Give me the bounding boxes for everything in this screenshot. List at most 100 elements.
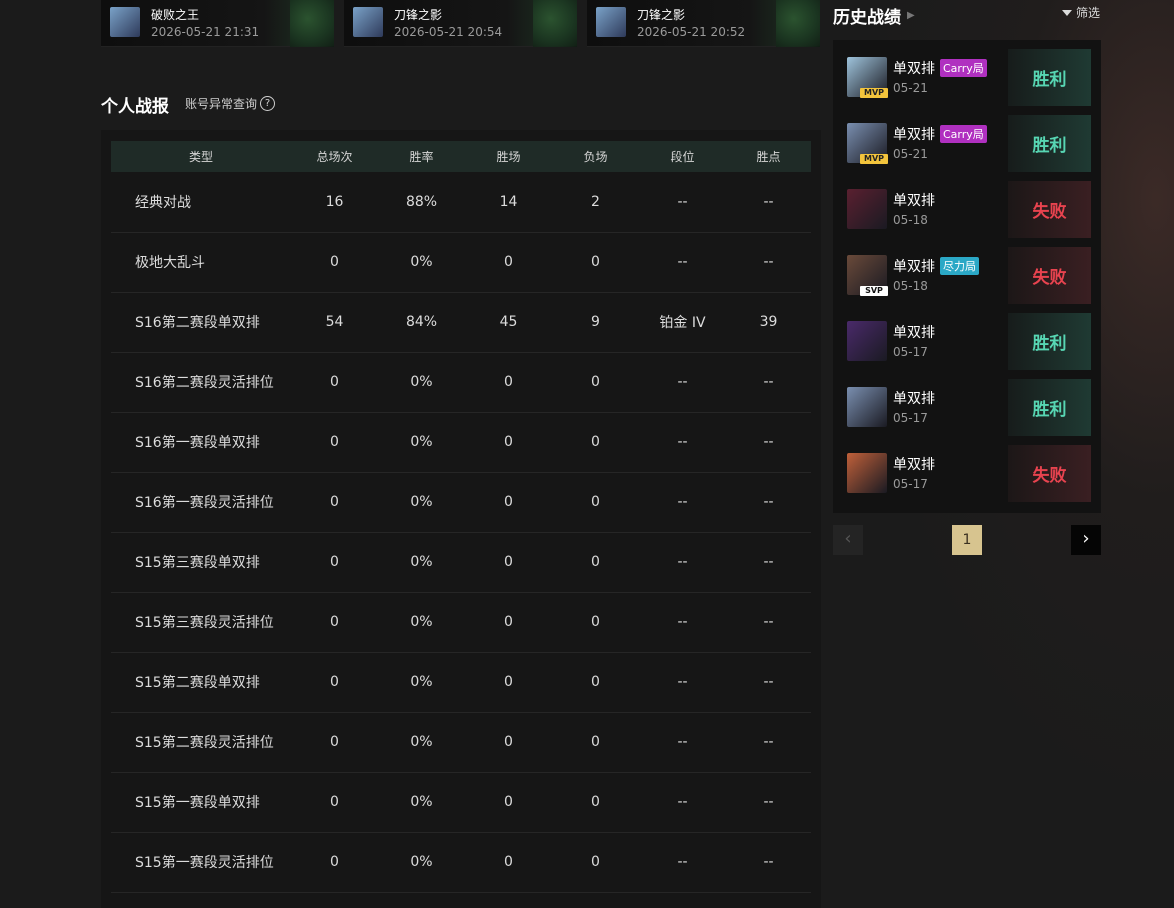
cell-rank: -- [639,712,726,773]
history-match-item[interactable]: MVP 单双排 Carry局 05-21 胜利 [833,106,1101,172]
history-title-link[interactable]: 历史战绩 ▶ [833,3,915,28]
history-match-item[interactable]: MVP 单双排 Carry局 05-21 胜利 [833,40,1101,106]
table-row: 极地大乱斗 0 0% 0 0 -- -- [111,232,811,293]
game-time: 2026-05-21 21:31 [151,25,260,39]
cell-losses: 0 [552,652,639,713]
recent-game-card[interactable]: 刀锋之影 2026-05-21 20:52 [587,0,820,47]
cell-points: -- [726,352,811,413]
account-check-label: 账号异常查询 [185,97,258,111]
cell-rank: -- [639,772,726,833]
cell-points: -- [726,472,811,533]
cell-winrate: 0% [378,652,465,713]
hero-name: 刀锋之影 [637,8,686,22]
column-header-type: 类型 [111,141,291,172]
cell-winrate: 0% [378,232,465,293]
match-tag: 尽力局 [940,257,979,275]
hero-name: 破败之王 [151,8,200,22]
filter-button[interactable]: 筛选 [1062,4,1100,21]
column-header-rank: 段位 [639,141,726,172]
history-match-item[interactable]: SVP 单双排 尽力局 05-18 失败 [833,238,1101,304]
match-date: 05-21 [893,81,928,95]
cell-total: 54 [291,292,378,353]
cell-points: -- [726,772,811,833]
cell-points: -- [726,412,811,473]
cell-rank: -- [639,472,726,533]
cell-type: S16第一赛段灵活排位 [111,472,291,533]
personal-stats-title: 个人战报 [101,97,169,117]
match-tag: Carry局 [940,125,987,143]
cell-winrate: 0% [378,592,465,653]
hero-avatar [110,7,140,37]
table-row: S15第二赛段单双排 0 0% 0 0 -- -- [111,652,811,713]
cell-wins: 0 [465,652,552,713]
stats-table: 类型 总场次 胜率 胜场 负场 段位 胜点 经典对战 16 88% 14 2 -- -- 极地… [111,141,811,893]
game-time: 2026-05-21 20:54 [394,25,503,39]
cell-wins: 45 [465,292,552,353]
table-row: S16第一赛段单双排 0 0% 0 0 -- -- [111,412,811,473]
cell-points: -- [726,592,811,653]
hero-name: 刀锋之影 [394,8,443,22]
page-number-button[interactable]: 1 [952,525,982,555]
cell-rank: -- [639,652,726,713]
cell-type: S15第一赛段单双排 [111,772,291,833]
cell-total: 16 [291,172,378,233]
match-result: 胜利 [1008,49,1091,106]
cell-winrate: 0% [378,532,465,593]
match-result: 胜利 [1008,379,1091,436]
cell-type: S16第二赛段灵活排位 [111,352,291,413]
help-icon[interactable]: ? [260,96,276,111]
cell-rank: -- [639,592,726,653]
cell-rank: 铂金 IV [639,292,726,353]
cell-total: 0 [291,712,378,773]
column-header-points: 胜点 [726,141,811,172]
hero-avatar [847,387,887,427]
column-header-losses: 负场 [552,141,639,172]
cell-losses: 0 [552,352,639,413]
performance-badge: MVP [860,154,888,164]
cell-total: 0 [291,592,378,653]
cell-winrate: 88% [378,172,465,233]
history-match-item[interactable]: 单双排 05-18 失败 [833,172,1101,238]
history-title: 历史战绩 [833,8,901,28]
cell-wins: 0 [465,712,552,773]
cell-wins: 0 [465,832,552,893]
cell-points: -- [726,232,811,293]
cell-type: S15第二赛段灵活排位 [111,712,291,773]
recent-game-card[interactable]: 破败之王 2026-05-21 21:31 [101,0,334,47]
cell-winrate: 0% [378,712,465,773]
match-result: 失败 [1008,445,1091,502]
cell-rank: -- [639,832,726,893]
match-date: 05-18 [893,213,928,227]
table-row: S15第一赛段灵活排位 0 0% 0 0 -- -- [111,832,811,893]
cell-wins: 0 [465,352,552,413]
cell-losses: 0 [552,532,639,593]
cell-points: -- [726,652,811,713]
cell-points: -- [726,532,811,593]
cell-rank: -- [639,532,726,593]
performance-badge: SVP [860,286,888,296]
next-page-button[interactable]: › [1071,525,1101,555]
match-tag: Carry局 [940,59,987,77]
match-date: 05-21 [893,147,928,161]
filter-icon [1062,9,1072,16]
cell-winrate: 0% [378,412,465,473]
cell-type: S16第二赛段单双排 [111,292,291,353]
prev-page-button[interactable]: ‹ [833,525,863,555]
cell-wins: 14 [465,172,552,233]
table-row: 经典对战 16 88% 14 2 -- -- [111,172,811,233]
game-time: 2026-05-21 20:52 [637,25,746,39]
cell-total: 0 [291,532,378,593]
table-row: S15第三赛段单双排 0 0% 0 0 -- -- [111,532,811,593]
match-date: 05-17 [893,411,928,425]
history-match-item[interactable]: 单双排 05-17 胜利 [833,304,1101,370]
cell-losses: 9 [552,292,639,353]
history-match-item[interactable]: 单双排 05-17 失败 [833,436,1101,502]
history-match-item[interactable]: 单双排 05-17 胜利 [833,370,1101,436]
account-check-link[interactable]: 账号异常查询 ? [185,95,276,112]
table-row: S15第三赛段灵活排位 0 0% 0 0 -- -- [111,592,811,653]
cell-points: 39 [726,292,811,353]
cell-losses: 0 [552,832,639,893]
cell-total: 0 [291,472,378,533]
recent-game-card[interactable]: 刀锋之影 2026-05-21 20:54 [344,0,577,47]
match-mode: 单双排 [893,391,935,407]
